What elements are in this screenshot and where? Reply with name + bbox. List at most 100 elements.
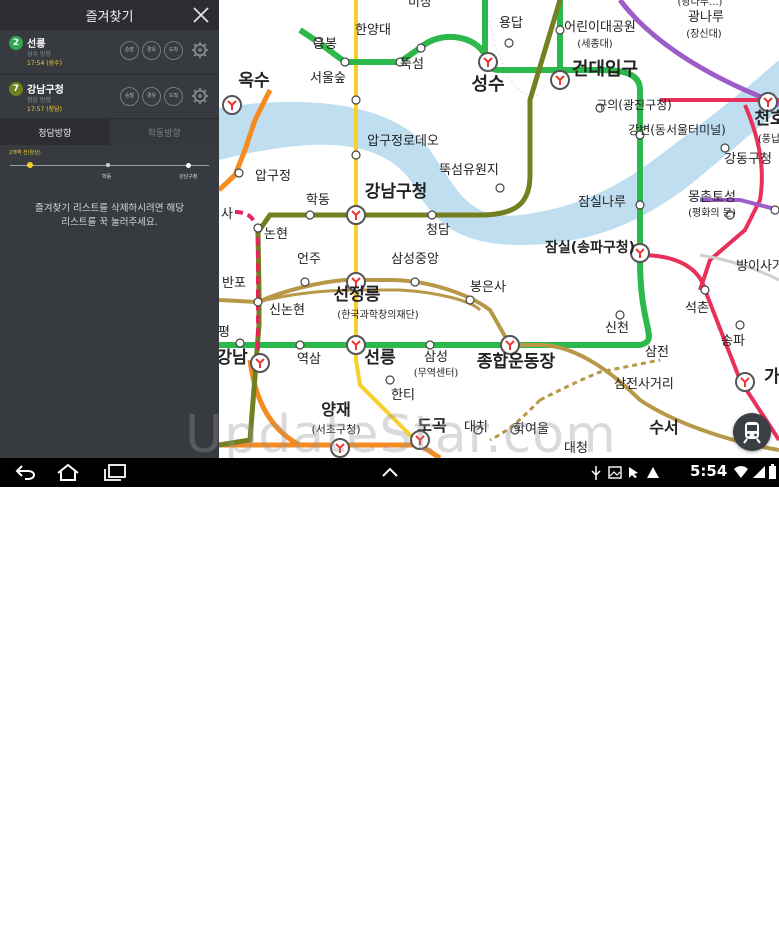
wifi-icon [734, 466, 748, 478]
station-label[interactable]: 사 [221, 207, 233, 222]
am-pm: 오후 [670, 928, 687, 938]
station-label[interactable]: 수서 [649, 418, 678, 437]
station-label[interactable]: (장신대) [686, 28, 722, 40]
departure-button[interactable]: 승발 [120, 41, 139, 60]
station-label[interactable]: 삼전 [645, 345, 669, 360]
station-label[interactable]: 신천 [605, 321, 629, 336]
station-label[interactable]: 선정릉 [334, 285, 381, 305]
station-label[interactable]: 삼성중앙 [391, 252, 439, 267]
station-label[interactable]: 삼성 [424, 350, 448, 365]
usb-icon [591, 466, 601, 480]
via-button[interactable]: 경유 [142, 41, 161, 60]
station-label[interactable]: 삼전사거리 [614, 377, 674, 392]
station-label[interactable]: 봉은사 [470, 280, 506, 295]
image-icon [608, 466, 622, 479]
station-label[interactable]: 비상 [408, 0, 432, 10]
station-label[interactable]: 강동구청 [724, 152, 772, 167]
station-label[interactable]: 선릉 [364, 348, 396, 368]
station-label[interactable]: 학동 [306, 193, 330, 208]
cursor-icon [629, 467, 638, 478]
station-label[interactable]: 양재 [321, 400, 350, 419]
station-label[interactable]: 잠실나루 [578, 195, 626, 210]
station-label[interactable]: 한양대 [355, 23, 391, 38]
station-label[interactable]: 가 [764, 367, 779, 387]
station-label[interactable]: 뚝섬유원지 [439, 163, 499, 178]
gear-icon[interactable] [191, 41, 209, 59]
station-label[interactable]: 몽촌토성 [688, 190, 736, 205]
timeline-label: 학동 [102, 174, 112, 180]
close-icon[interactable] [191, 5, 211, 25]
station-label[interactable]: 종합운동장 [477, 351, 556, 372]
back-icon[interactable] [14, 464, 36, 480]
station-label[interactable]: 용답 [499, 16, 523, 31]
station-label[interactable]: 응봉 [313, 37, 337, 52]
station-label[interactable]: 광나루 [688, 10, 724, 25]
station-label[interactable]: (무역센터) [414, 367, 459, 379]
clock: 5:54 [690, 462, 728, 480]
station-label[interactable]: 대청 [564, 441, 588, 456]
station-label[interactable]: 압구정 [255, 169, 291, 184]
favorite-direction: 성수 방향 [27, 51, 51, 58]
station-label[interactable]: 강남 [216, 348, 248, 368]
station-label[interactable]: (평화의 문) [688, 207, 736, 219]
recent-apps-icon[interactable] [103, 463, 127, 481]
train-timeline: 2개역 전(양산) 학동 강남구청 [0, 145, 219, 185]
delete-hint: 즐겨찾기 리스트를 삭제하시려면 해당 리스트를 꾹 눌러주세요. [0, 202, 219, 230]
station-label[interactable]: 언주 [297, 252, 321, 267]
station-label[interactable]: 평 [218, 325, 230, 340]
station-label[interactable]: 서울숲 [310, 71, 346, 86]
station-label[interactable]: 도곡 [417, 416, 447, 435]
station-label[interactable]: 신논현 [269, 303, 305, 318]
station-label[interactable]: 옥수 [238, 71, 270, 91]
favorite-item-1[interactable]: 2 선릉 성수 방향 17:54 (성수) 승발 경유 도착 [0, 30, 219, 75]
station-label[interactable]: 대치 [464, 420, 488, 435]
station-label[interactable]: 역삼 [297, 352, 321, 367]
favorites-panel: 즐겨찾기 2 선릉 성수 방향 17:54 (성수) 승발 경유 도착 7 강남… [0, 0, 219, 458]
gear-icon[interactable] [191, 87, 209, 105]
favorite-direction: 청담 방향 [27, 97, 51, 104]
station-label[interactable]: 성수 [471, 74, 504, 95]
station-label[interactable]: 강남구청 [365, 181, 428, 202]
favorite-item-2[interactable]: 7 강남구청 청담 방향 17:57 (청담) 승발 경유 도착 [0, 74, 219, 119]
station-label[interactable]: 건대입구 [572, 58, 638, 80]
favorite-station-name: 강남구청 [27, 85, 64, 96]
tab-hakdong[interactable]: 학동방향 [109, 119, 219, 145]
station-label[interactable]: 방이사거 [736, 259, 779, 274]
station-label[interactable]: 논현 [264, 227, 288, 242]
favorite-time: 17:54 (성수) [27, 60, 62, 67]
timeline-node [186, 163, 191, 168]
panel-header: 즐겨찾기 [0, 0, 219, 30]
station-label[interactable]: 뚝섬 [400, 57, 424, 72]
station-label[interactable]: 어린이대공원 [564, 20, 636, 35]
train-button[interactable] [733, 413, 771, 451]
station-label[interactable]: 천호 [754, 109, 779, 129]
station-label[interactable]: 구의(광진구청) [596, 98, 672, 112]
hint-line-2: 리스트를 꾹 눌러주세요. [61, 217, 158, 228]
tab-cheongdam[interactable]: 청담방향 [0, 119, 110, 145]
departure-button[interactable]: 승발 [120, 87, 139, 106]
station-label[interactable]: (풍납) [758, 133, 779, 145]
train-position-marker [27, 162, 33, 168]
arrival-button[interactable]: 도착 [164, 87, 183, 106]
direction-tabs: 청담방향 학동방향 [0, 119, 219, 145]
station-label[interactable]: 반포 [222, 276, 246, 291]
station-label[interactable]: (광나루...) [678, 0, 723, 8]
arrival-button[interactable]: 도착 [164, 41, 183, 60]
station-label[interactable]: 청담 [426, 223, 450, 238]
timeline-node [106, 163, 110, 167]
station-label[interactable]: 잠실(송파구청) [545, 239, 635, 256]
station-label[interactable]: 한티 [391, 388, 415, 403]
station-label[interactable]: 송파 [721, 334, 745, 349]
station-label[interactable]: 강변(동서울터미널) [628, 123, 726, 137]
station-label[interactable]: 압구정로데오 [367, 134, 439, 149]
station-label[interactable]: (한국과학창의재단) [337, 309, 419, 321]
system-nav-bar: 오후 5:54 [0, 458, 779, 938]
station-label[interactable]: 학여울 [513, 422, 549, 437]
via-button[interactable]: 경유 [142, 87, 161, 106]
line-7-badge: 7 [9, 82, 23, 96]
home-icon[interactable] [56, 463, 80, 481]
station-label[interactable]: 석촌 [685, 301, 709, 316]
station-label[interactable]: (세종대) [577, 38, 613, 50]
station-label[interactable]: (서초구청) [311, 423, 360, 436]
chevron-up-icon[interactable] [380, 466, 400, 478]
